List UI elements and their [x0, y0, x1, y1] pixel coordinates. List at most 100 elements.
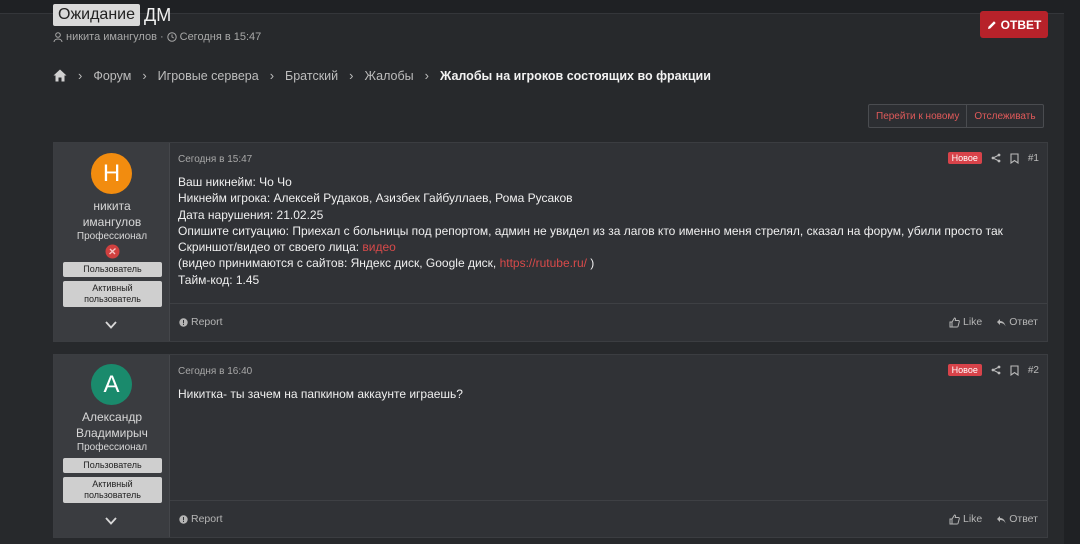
- post-date[interactable]: Сегодня в 16:40: [178, 366, 252, 377]
- breadcrumb-server[interactable]: Братский: [285, 69, 338, 83]
- username[interactable]: никита имангулов: [54, 198, 170, 230]
- like-label: Like: [962, 513, 983, 525]
- thread-meta: никита имангулов · Сегодня в 15:47: [53, 31, 261, 43]
- post-tools: Новое #2: [947, 364, 1039, 376]
- post: Н никита имангулов Профессионал Пользова…: [53, 142, 1048, 342]
- user-icon: [53, 32, 63, 42]
- breadcrumb-servers[interactable]: Игровые сервера: [158, 69, 259, 83]
- chevron-down-icon[interactable]: [104, 516, 118, 526]
- badge-line: Активный: [92, 479, 133, 489]
- post-text: Скриншот/видео от своего лица:: [178, 240, 363, 255]
- new-badge: Новое: [947, 364, 982, 376]
- post-line: (видео принимаются с сайтов: Яндекс диск…: [178, 255, 1003, 271]
- post-line: Тайм-код: 1.45: [178, 272, 260, 287]
- post-footer: Report Like Ответ: [170, 303, 1047, 341]
- like-button[interactable]: Like: [949, 316, 982, 328]
- reply-post-button[interactable]: Ответ: [996, 513, 1038, 525]
- avatar[interactable]: Н: [91, 153, 132, 194]
- post-line: Дата нарушения: 21.02.25: [178, 207, 324, 222]
- report-button[interactable]: Report: [179, 316, 223, 328]
- reply-post-button[interactable]: Ответ: [996, 316, 1038, 328]
- post: А Александр Владимирыч Профессионал Поль…: [53, 354, 1048, 538]
- meta-separator: ·: [159, 31, 164, 43]
- post-user-panel: Н никита имангулов Профессионал Пользова…: [54, 143, 170, 341]
- bookmark-icon[interactable]: [1010, 364, 1019, 376]
- scrollbar[interactable]: [1064, 0, 1080, 544]
- video-link[interactable]: видео: [362, 240, 395, 254]
- user-title: Профессионал: [76, 442, 148, 453]
- username-line: никита: [93, 199, 131, 213]
- post-actions: Like Ответ: [949, 513, 1038, 525]
- report-button[interactable]: Report: [179, 513, 223, 525]
- post-date[interactable]: Сегодня в 15:47: [178, 154, 252, 165]
- chevron-right-icon: ›: [269, 68, 275, 83]
- reply-button-label: ОТВЕТ: [1000, 17, 1042, 32]
- username-line: Александр: [81, 410, 143, 424]
- report-label: Report: [191, 316, 223, 328]
- clock-icon: [166, 32, 177, 42]
- post-text: ): [586, 256, 595, 271]
- post-line: Скриншот/видео от своего лица: видео: [178, 239, 1003, 255]
- post-number[interactable]: #1: [1028, 153, 1039, 164]
- thumbs-up-icon: [949, 513, 960, 524]
- new-badge: Новое: [947, 152, 982, 164]
- post-line: Никнейм игрока: Алексей Рудаков, Азизбек…: [178, 191, 573, 206]
- share-icon[interactable]: [991, 365, 1001, 375]
- thread-author[interactable]: никита имангулов: [66, 31, 157, 43]
- thread-title-text: ДМ: [144, 5, 172, 25]
- breadcrumb-complaints[interactable]: Жалобы: [364, 69, 413, 83]
- username[interactable]: Александр Владимирыч: [54, 409, 170, 441]
- rutube-link[interactable]: https://rutube.ru/: [500, 256, 587, 270]
- badge-line: пользователь: [84, 490, 141, 500]
- report-label: Report: [191, 513, 223, 525]
- thread-action-buttons: Перейти к новому Отслеживать: [868, 104, 1044, 128]
- post-tools: Новое #1: [947, 152, 1039, 164]
- chevron-right-icon: ›: [349, 68, 354, 83]
- user-badge: Активный пользователь: [63, 281, 162, 307]
- warning-icon: [179, 514, 188, 524]
- reply-icon: [997, 515, 1006, 523]
- post-number[interactable]: #2: [1028, 365, 1039, 376]
- share-icon[interactable]: [991, 153, 1001, 163]
- chevron-right-icon: ›: [424, 68, 429, 83]
- reply-label: Ответ: [1009, 513, 1038, 525]
- reply-icon: [997, 318, 1006, 326]
- post-body: Никитка- ты зачем на папкином аккаунте и…: [178, 386, 463, 402]
- group-icon: [105, 244, 120, 259]
- post-body: Ваш никнейм: Чо Чо Никнейм игрока: Алекс…: [178, 174, 1003, 288]
- bookmark-icon[interactable]: [1010, 152, 1019, 164]
- pencil-icon: [987, 20, 996, 29]
- thread-date[interactable]: Сегодня в 15:47: [180, 31, 262, 43]
- user-badge: Пользователь: [63, 262, 162, 277]
- user-badge: Активный пользователь: [63, 477, 162, 503]
- breadcrumb-forum[interactable]: Форум: [93, 69, 131, 83]
- post-line: Опишите ситуацию: Приехал с больницы под…: [178, 223, 1003, 238]
- thread-prefix[interactable]: Ожидание: [53, 4, 140, 26]
- reply-label: Ответ: [1009, 316, 1038, 328]
- post-text: (видео принимаются с сайтов: Яндекс диск…: [178, 256, 500, 271]
- chevron-down-icon[interactable]: [104, 320, 118, 330]
- chevron-right-icon: ›: [142, 68, 147, 83]
- username-line: имангулов: [82, 215, 142, 229]
- username-line: Владимирыч: [76, 426, 148, 440]
- thread-title: Ожидание ДМ: [53, 4, 171, 26]
- avatar[interactable]: А: [91, 364, 132, 405]
- reply-button[interactable]: ОТВЕТ: [980, 11, 1048, 38]
- post-actions: Like Ответ: [949, 316, 1038, 328]
- post-content: Сегодня в 15:47 Новое #1 Ваш никнейм: Чо…: [170, 143, 1047, 341]
- warning-icon: [179, 317, 188, 327]
- breadcrumb-current[interactable]: Жалобы на игроков состоящих во фракции: [440, 69, 711, 83]
- like-label: Like: [962, 316, 983, 328]
- breadcrumb: › Форум › Игровые сервера › Братский › Ж…: [53, 68, 711, 83]
- user-badge: Пользователь: [63, 458, 162, 473]
- like-button[interactable]: Like: [949, 513, 982, 525]
- home-icon[interactable]: [53, 69, 67, 82]
- watch-button[interactable]: Отслеживать: [966, 105, 1042, 127]
- badge-line: пользователь: [84, 294, 141, 304]
- post-footer: Report Like Ответ: [170, 500, 1047, 538]
- badge-line: Активный: [92, 283, 133, 293]
- thumbs-up-icon: [949, 316, 960, 327]
- chevron-right-icon: ›: [78, 68, 83, 83]
- post-user-panel: А Александр Владимирыч Профессионал Поль…: [54, 355, 170, 537]
- go-to-new-button[interactable]: Перейти к новому: [869, 105, 966, 127]
